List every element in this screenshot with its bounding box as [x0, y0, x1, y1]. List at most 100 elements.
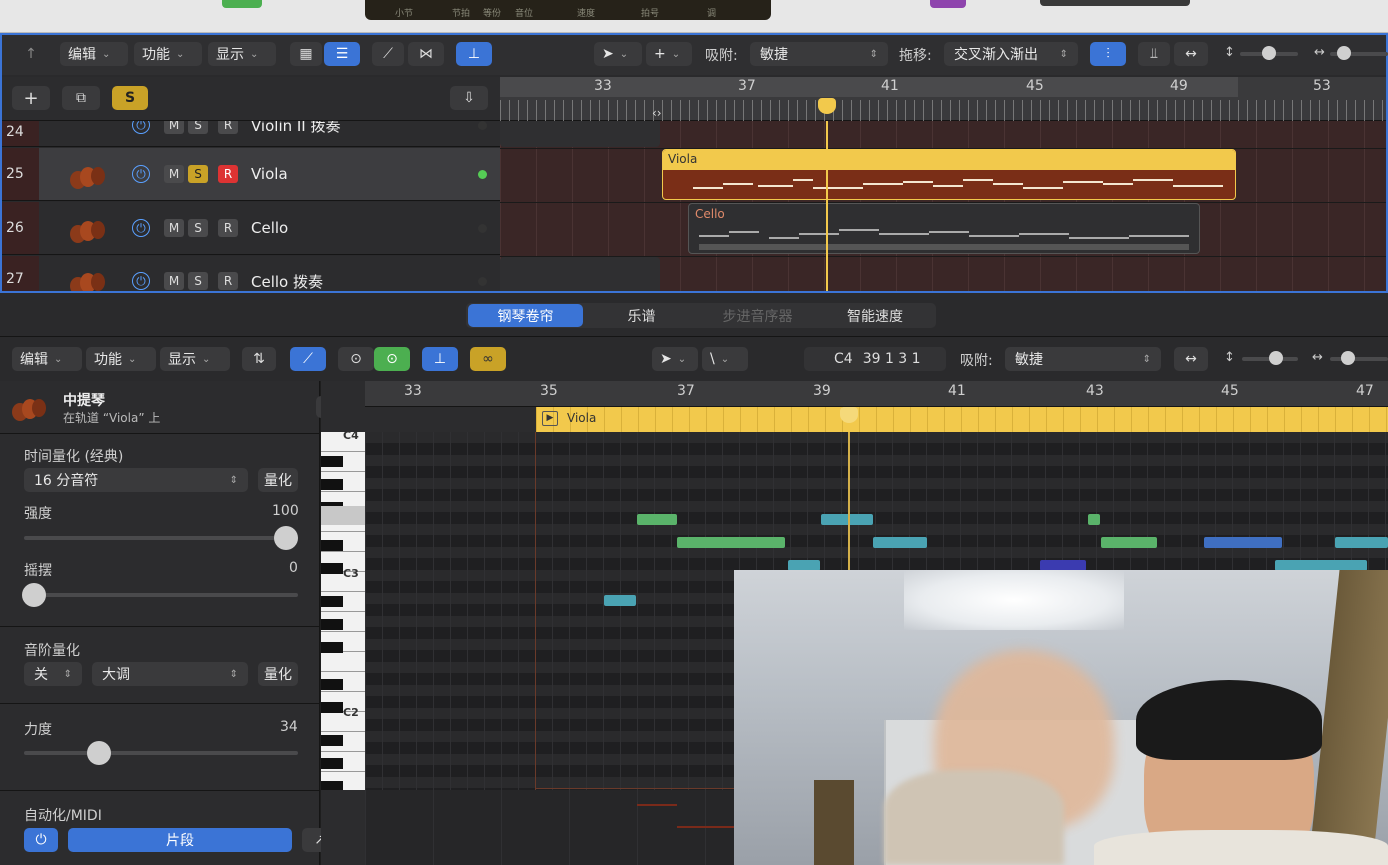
mute-button[interactable]: M	[164, 165, 184, 183]
track-row-24[interactable]: 24 ⏻ M S R Violin II 拨奏	[2, 121, 500, 147]
track-row-27[interactable]: 27 ⏻ M S R Cello 拨奏	[2, 256, 500, 291]
tracks-functions-menu[interactable]: 功能 ⌄	[134, 42, 202, 66]
drag-select[interactable]: 交叉渐入渐出 ⇕	[944, 42, 1078, 66]
editor-automation-icon[interactable]: ⟋	[290, 347, 326, 371]
hzoom-knob[interactable]	[1337, 46, 1351, 60]
pointer-tool[interactable]: ➤ ⌄	[594, 42, 642, 66]
master-volume[interactable]	[1040, 0, 1190, 6]
mute-button[interactable]: M	[164, 219, 184, 237]
editor-hzoom-knob[interactable]	[1341, 351, 1355, 365]
tab-smart-tempo[interactable]: 智能速度	[816, 304, 934, 327]
editor-playhead-handle-icon[interactable]	[840, 407, 858, 423]
playhead-handle-icon[interactable]	[818, 98, 836, 114]
black-key[interactable]	[321, 735, 343, 746]
list-view-icon[interactable]: ☰	[324, 42, 360, 66]
scale-type-select[interactable]: 大调 ⇕	[92, 662, 248, 686]
lcd-display[interactable]: 小节 节拍 等份 音位 速度 拍号 调	[365, 0, 771, 20]
solo-button[interactable]: S	[188, 165, 208, 183]
tab-step-sequencer[interactable]: 步进音序器	[700, 304, 815, 327]
record-button[interactable]: R	[218, 272, 238, 290]
locator-arrows-icon[interactable]: ‹›	[652, 106, 662, 120]
black-key[interactable]	[321, 456, 343, 467]
mute-button[interactable]: M	[164, 272, 184, 290]
black-key[interactable]	[321, 479, 343, 490]
track-name[interactable]: Violin II 拨奏	[251, 121, 341, 136]
editor-pencil-tool[interactable]: \ ⌄	[702, 347, 748, 371]
grid-view-icon[interactable]: ▦	[290, 42, 322, 66]
swing-knob[interactable]	[22, 583, 46, 607]
track-row-25[interactable]: 25 ⏻ M S R Viola	[2, 148, 500, 201]
strength-slider[interactable]	[24, 536, 298, 540]
viola-region[interactable]: Viola	[662, 149, 1236, 200]
midi-note[interactable]	[604, 595, 636, 606]
solo-button[interactable]: S	[188, 272, 208, 290]
scale-quantize-button[interactable]: 量化	[258, 662, 298, 686]
midi-in-icon[interactable]: ⊙	[338, 347, 374, 371]
link-icon[interactable]: ∞	[470, 347, 506, 371]
midi-note[interactable]	[1088, 514, 1100, 525]
track-power-icon[interactable]: ⏻	[132, 219, 150, 237]
automation-power-icon[interactable]: ⏻	[24, 828, 58, 852]
track-name[interactable]: Cello 拨奏	[251, 271, 323, 291]
editor-pointer-tool[interactable]: ➤ ⌄	[652, 347, 698, 371]
waveform-zoom-icon[interactable]: ⫶	[1090, 42, 1126, 66]
black-key[interactable]	[321, 642, 343, 653]
editor-snap-select[interactable]: 敏捷 ⇕	[1005, 347, 1161, 371]
black-key[interactable]	[321, 679, 343, 690]
midi-out-icon[interactable]: ⊙	[374, 347, 410, 371]
midi-note[interactable]	[1335, 537, 1388, 548]
duplicate-track-icon[interactable]: ⧉	[62, 86, 100, 110]
track-power-icon[interactable]: ⏻	[132, 165, 150, 183]
track-name[interactable]: Cello	[251, 219, 288, 237]
strength-knob[interactable]	[274, 526, 298, 550]
editor-vzoom-knob[interactable]	[1269, 351, 1283, 365]
time-quantize-select[interactable]: 16 分音符 ⇕	[24, 468, 248, 492]
black-key[interactable]	[321, 596, 343, 607]
tracks-edit-menu[interactable]: 编辑 ⌄	[60, 42, 128, 66]
black-key[interactable]	[321, 619, 343, 630]
black-key[interactable]	[321, 540, 343, 551]
track-name[interactable]: Viola	[251, 165, 288, 183]
track-power-icon[interactable]: ⏻	[132, 272, 150, 290]
midi-note[interactable]	[821, 514, 873, 525]
black-key[interactable]	[321, 781, 343, 790]
purple-button[interactable]	[930, 0, 966, 8]
horizontal-fit-icon[interactable]: ↔	[1174, 42, 1208, 66]
automation-icon[interactable]: ⟋	[372, 42, 404, 66]
back-icon[interactable]: ↑	[18, 42, 44, 66]
violin-ii-region[interactable]	[500, 121, 660, 147]
record-button[interactable]: R	[218, 219, 238, 237]
editor-edit-menu[interactable]: 编辑 ⌄	[12, 347, 82, 371]
track-row-26[interactable]: 26 ⏻ M S R Cello	[2, 202, 500, 255]
black-key[interactable]	[321, 758, 343, 769]
tracks-view-menu[interactable]: 显示 ⌄	[208, 42, 276, 66]
velocity-knob[interactable]	[87, 741, 111, 765]
vzoom-knob[interactable]	[1262, 46, 1276, 60]
editor-view-menu[interactable]: 显示 ⌄	[160, 347, 230, 371]
record-button[interactable]: R	[218, 165, 238, 183]
mute-button[interactable]: M	[164, 121, 184, 134]
cello-pizz-region[interactable]	[500, 257, 660, 291]
region-play-icon[interactable]: ▶	[542, 411, 558, 426]
track-power-icon[interactable]: ⏻	[132, 121, 150, 134]
collapse-icon[interactable]: ⇩	[450, 86, 488, 110]
editor-functions-menu[interactable]: 功能 ⌄	[86, 347, 156, 371]
catch-playhead-icon[interactable]: ⊥	[456, 42, 492, 66]
swing-slider[interactable]	[24, 593, 298, 597]
editor-fit-icon[interactable]: ↔	[1174, 347, 1208, 371]
tab-piano-roll[interactable]: 钢琴卷帘	[468, 304, 583, 327]
editor-hzoom-slider[interactable]	[1330, 357, 1388, 361]
global-solo-button[interactable]: S	[112, 86, 148, 110]
solo-button[interactable]: S	[188, 219, 208, 237]
midi-note[interactable]	[1101, 537, 1157, 548]
cello-region[interactable]: Cello	[688, 203, 1200, 254]
vertical-fit-icon[interactable]: ⫫	[1138, 42, 1170, 66]
add-track-icon[interactable]: +	[12, 86, 50, 110]
collapse-editor-icon[interactable]: ⇅	[242, 347, 276, 371]
midi-note[interactable]	[873, 537, 927, 548]
black-key[interactable]	[321, 702, 343, 713]
black-key[interactable]	[321, 563, 343, 574]
quantize-button[interactable]: 量化	[258, 468, 298, 492]
tracks-snap-select[interactable]: 敏捷 ⇕	[750, 42, 888, 66]
record-button[interactable]: R	[218, 121, 238, 134]
